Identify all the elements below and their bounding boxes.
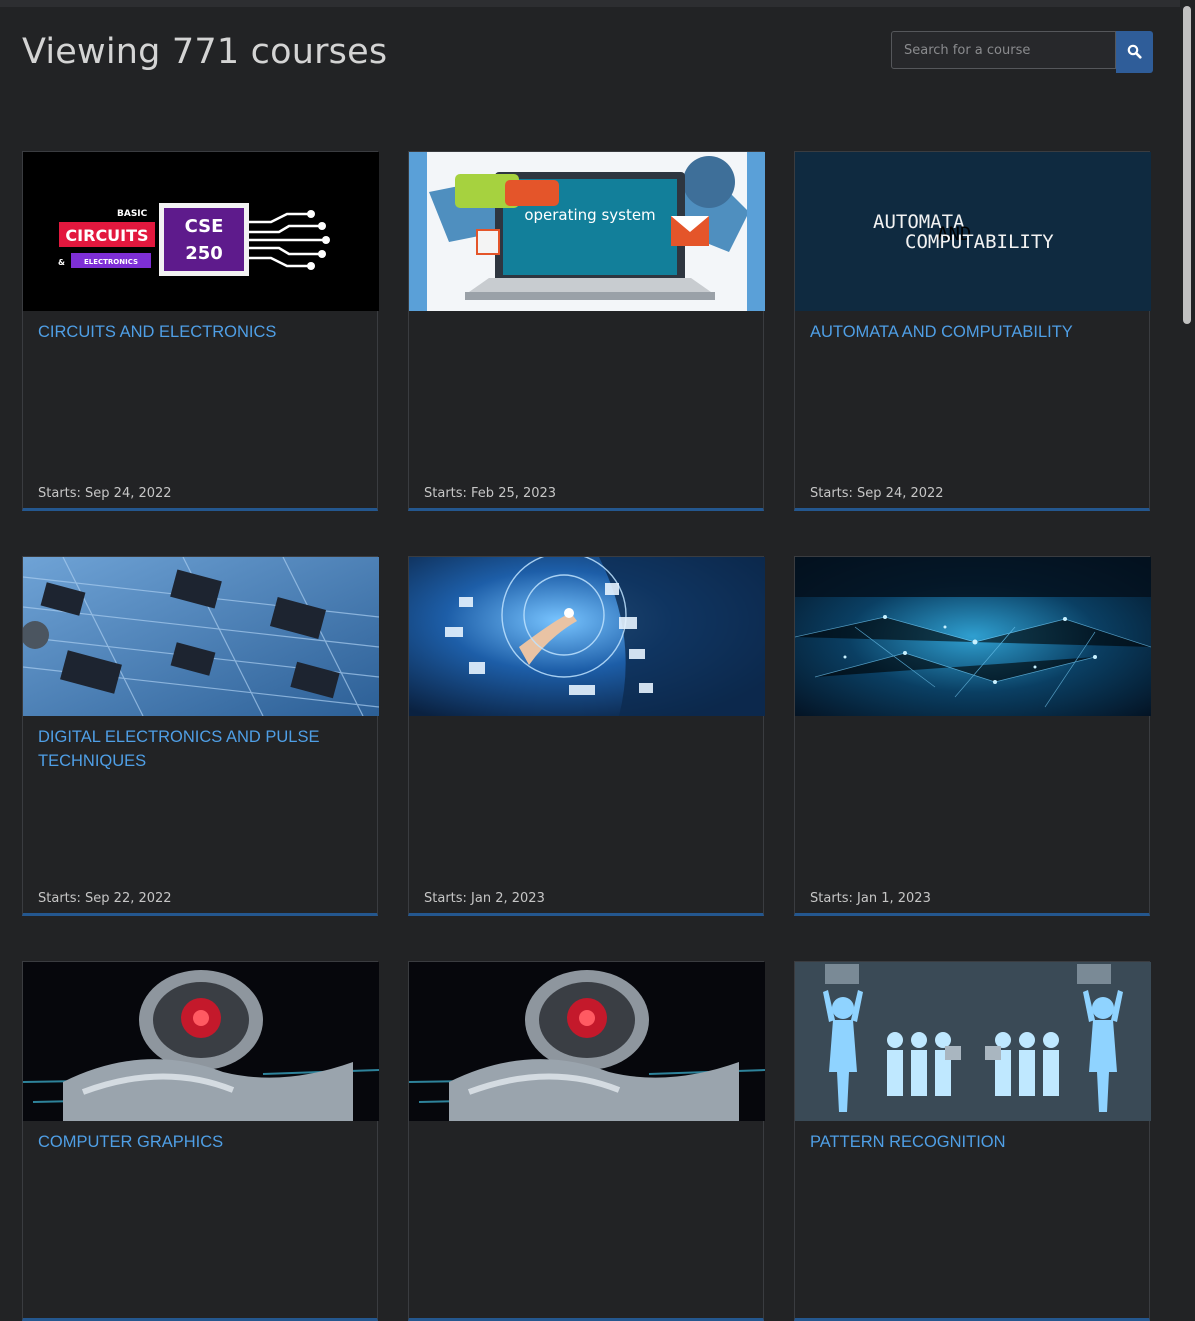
course-card[interactable]: operating system Starts: Feb 25, 2023: [408, 151, 765, 511]
course-title[interactable]: AUTOMATA AND COMPUTABILITY: [810, 320, 1130, 344]
course-start-date: Starts: Feb 25, 2023: [424, 486, 557, 501]
thumb-text-cse: CSE: [185, 216, 224, 237]
course-card[interactable]: DIGITAL ELECTRONICS AND PULSE TECHNIQUES…: [22, 556, 379, 916]
thumb-text-circuits: CIRCUITS: [65, 226, 148, 245]
course-title[interactable]: DIGITAL ELECTRONICS AND PULSE TECHNIQUES: [38, 725, 358, 773]
course-thumbnail[interactable]: operating system: [409, 152, 765, 311]
course-card[interactable]: [408, 961, 765, 1321]
course-start-date: Starts: Jan 1, 2023: [810, 891, 931, 906]
course-thumbnail[interactable]: [795, 557, 1151, 716]
course-card[interactable]: Starts: Jan 2, 2023: [408, 556, 765, 916]
page-title: Viewing 771 courses: [22, 32, 388, 72]
thumb-text-electronics: ELECTRONICS: [84, 258, 138, 266]
course-thumbnail[interactable]: BASIC CIRCUITS & ELECTRONICS CSE 250: [23, 152, 379, 311]
course-thumbnail[interactable]: [795, 962, 1151, 1121]
course-card[interactable]: BASIC CIRCUITS & ELECTRONICS CSE 250 CIR…: [22, 151, 379, 511]
course-thumbnail[interactable]: [23, 962, 379, 1121]
thumb-text-basic: BASIC: [117, 209, 148, 219]
page-scrollbar[interactable]: [1180, 0, 1195, 1151]
course-card[interactable]: AUTOMATA AND COMPUTABILITY AUTOMATA AND …: [794, 151, 1151, 511]
course-card[interactable]: PATTERN RECOGNITION: [794, 961, 1151, 1321]
course-thumbnail[interactable]: AUTOMATA AND COMPUTABILITY: [795, 152, 1151, 311]
search-icon: [1127, 44, 1142, 59]
top-bar: [0, 0, 1180, 7]
course-title[interactable]: COMPUTER GRAPHICS: [38, 1130, 358, 1154]
course-title[interactable]: CIRCUITS AND ELECTRONICS: [38, 320, 358, 344]
course-card[interactable]: Starts: Jan 1, 2023: [794, 556, 1151, 916]
search-button[interactable]: [1116, 31, 1153, 73]
course-start-date: Starts: Jan 2, 2023: [424, 891, 545, 906]
course-title[interactable]: PATTERN RECOGNITION: [810, 1130, 1130, 1154]
thumb-text-num: 250: [185, 243, 223, 264]
course-start-date: Starts: Sep 24, 2022: [810, 486, 944, 501]
course-start-date: Starts: Sep 22, 2022: [38, 891, 172, 906]
course-thumbnail[interactable]: [409, 557, 765, 716]
course-thumbnail[interactable]: [409, 962, 765, 1121]
thumb-text-screen: operating system: [524, 206, 655, 224]
thumb-text-amp: &: [58, 258, 65, 267]
search-input[interactable]: [891, 31, 1116, 69]
course-start-date: Starts: Sep 24, 2022: [38, 486, 172, 501]
scrollbar-thumb[interactable]: [1183, 6, 1191, 324]
course-search: [891, 31, 1153, 73]
course-thumbnail[interactable]: [23, 557, 379, 716]
thumb-text-line3: COMPUTABILITY: [905, 231, 1054, 253]
course-card[interactable]: COMPUTER GRAPHICS: [22, 961, 379, 1321]
